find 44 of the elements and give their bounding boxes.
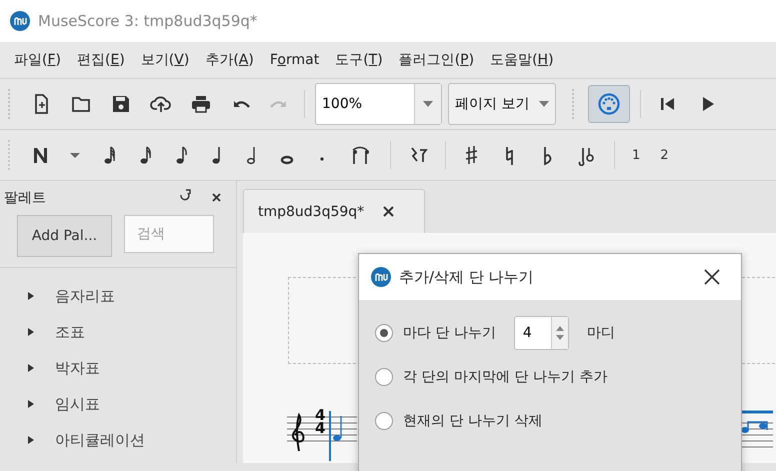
palette-item[interactable]: 조표 <box>0 314 236 350</box>
view-mode-dropdown[interactable]: 페이지 보기 <box>448 83 556 125</box>
menu-item[interactable]: 도구(T) <box>329 47 389 73</box>
window-title: MuseScore 3: tmp8ud3q59q* <box>38 12 258 30</box>
voice-button[interactable]: 1 <box>625 148 648 162</box>
menu-item[interactable]: 도움말(H) <box>484 47 560 73</box>
menu-item[interactable]: 추가(A) <box>199 47 260 73</box>
radio-button[interactable] <box>375 324 393 342</box>
option-label: 현재의 단 나누기 삭제 <box>403 412 542 430</box>
number-spinbox[interactable]: 4 <box>514 316 569 350</box>
dropdown-arrow-icon <box>423 101 433 107</box>
palette-title: 팔레트 <box>4 189 46 207</box>
menu-item[interactable]: Format <box>264 48 326 72</box>
option-label: 마다 단 나누기 <box>403 324 496 342</box>
radio-button[interactable] <box>375 368 393 386</box>
app-logo-icon <box>10 11 30 31</box>
voice-button[interactable]: 2 <box>653 148 676 162</box>
time-signature-bottom: 4 <box>315 422 326 435</box>
palette-item[interactable]: 박자표 <box>0 350 236 386</box>
add-palette-button[interactable]: Add Pal... <box>17 215 112 257</box>
palette-item[interactable]: 음자리표 <box>0 278 236 314</box>
score-tab[interactable]: tmp8ud3q59q* <box>243 189 425 233</box>
save-icon[interactable] <box>110 93 132 115</box>
menu-item[interactable]: 플러그인(P) <box>392 47 480 73</box>
redo-icon <box>270 99 288 109</box>
option-label: 각 단의 마지막에 단 나누기 추가 <box>403 368 608 386</box>
zoom-combo[interactable]: 100% <box>315 83 442 125</box>
radio-button[interactable] <box>375 412 393 430</box>
dialog-logo-icon <box>371 267 391 287</box>
time-signature-top: 4 <box>315 409 326 422</box>
staff-drawing <box>287 411 357 461</box>
palette-item[interactable]: 아티큘레이션 <box>0 422 236 458</box>
midi-connector-icon <box>597 92 622 116</box>
spin-arrows-icon[interactable] <box>554 325 565 341</box>
palette-item[interactable]: 임시표 <box>0 386 236 422</box>
unit-label: 마디 <box>586 324 615 342</box>
midi-input-button[interactable] <box>588 85 630 123</box>
menu-item[interactable]: 보기(V) <box>134 47 196 73</box>
search-field[interactable]: 검색 <box>124 215 214 253</box>
dialog-title: 추가/삭제 단 나누기 <box>399 268 535 286</box>
dropdown-arrow-icon <box>539 101 550 107</box>
print-icon[interactable] <box>190 93 212 115</box>
menu-item[interactable]: 편집(E) <box>71 47 131 73</box>
menu-item[interactable]: 파일(F) <box>8 47 67 73</box>
